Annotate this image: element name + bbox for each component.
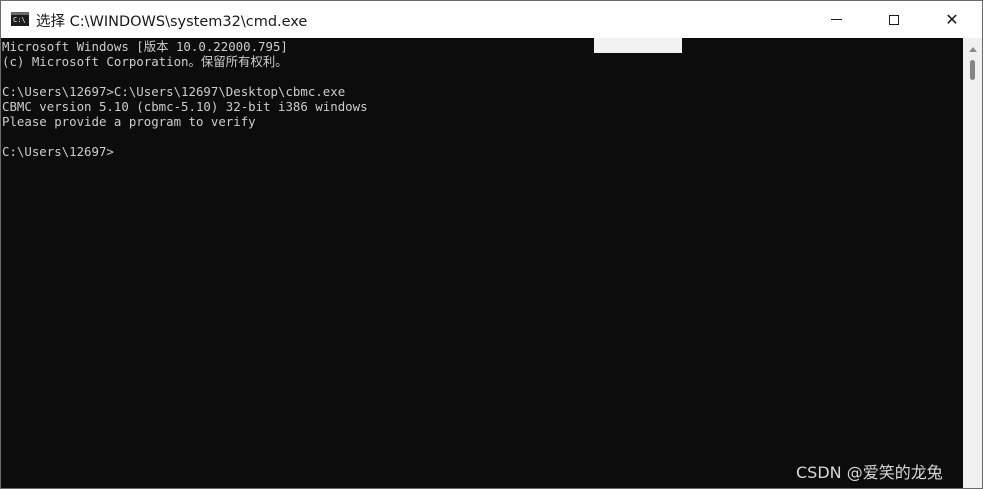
console-prompt: C:\Users\12697>: [2, 144, 114, 159]
cmd-app-icon[interactable]: C:\: [11, 12, 29, 26]
maximize-button[interactable]: [865, 1, 923, 38]
title-bar[interactable]: C:\ 选择 C:\WINDOWS\system32\cmd.exe ✕: [1, 1, 982, 38]
console-line: CBMC version 5.10 (cbmc-5.10) 32-bit i38…: [2, 99, 368, 114]
vertical-scrollbar[interactable]: [963, 38, 982, 488]
scroll-thumb[interactable]: [970, 60, 975, 80]
close-icon: ✕: [945, 9, 959, 29]
cmd-window: C:\ 选择 C:\WINDOWS\system32\cmd.exe ✕ Mic…: [0, 0, 983, 489]
arrow-up-icon: [968, 46, 977, 52]
window-title: 选择 C:\WINDOWS\system32\cmd.exe: [36, 14, 308, 30]
maximize-icon: [889, 14, 899, 25]
csdn-watermark: CSDN @爱笑的龙兔: [796, 463, 943, 482]
console-line: Please provide a program to verify: [2, 114, 256, 129]
console-line: (c) Microsoft Corporation。保留所有权利。: [2, 54, 288, 69]
console-output[interactable]: Microsoft Windows [版本 10.0.22000.795] (c…: [1, 38, 963, 488]
minimize-icon: [830, 19, 842, 20]
cmd-icon-text: C:\: [13, 16, 26, 24]
console-line: C:\Users\12697>C:\Users\12697\Desktop\cb…: [2, 84, 346, 99]
scroll-up-button[interactable]: [963, 42, 982, 56]
console-line: Microsoft Windows [版本 10.0.22000.795]: [2, 39, 288, 54]
close-button[interactable]: ✕: [923, 1, 981, 38]
text-selection-highlight: [594, 38, 682, 53]
minimize-button[interactable]: [807, 1, 865, 38]
